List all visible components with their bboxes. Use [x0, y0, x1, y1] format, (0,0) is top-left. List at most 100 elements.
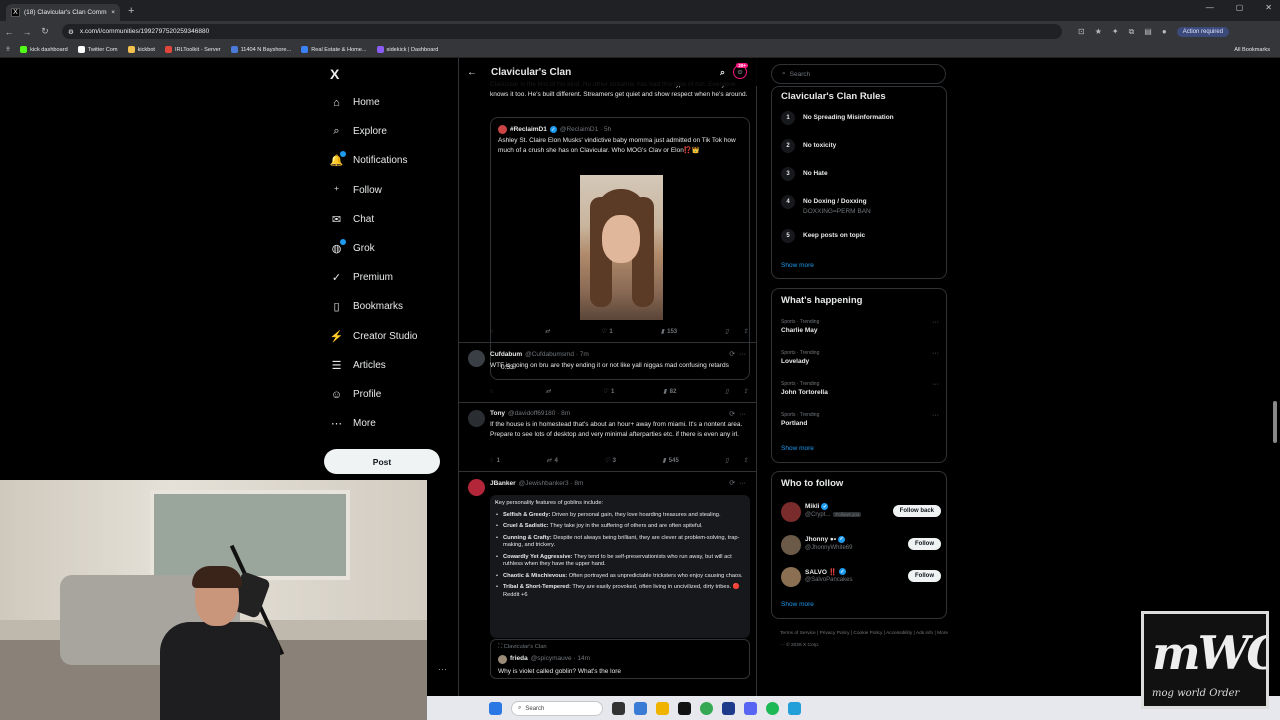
rule-item[interactable]: 2 No toxicity — [781, 139, 836, 153]
nav-item-articles[interactable]: ☰ Articles — [330, 359, 386, 372]
trend-item[interactable]: Sports · Trending Lovelady ··· — [781, 350, 939, 365]
tweet-4-more-icon[interactable]: ⟳ ··· — [729, 479, 746, 487]
new-tab-button[interactable]: + — [128, 5, 134, 17]
bookmark-icon[interactable]: ▯ — [725, 328, 728, 335]
rules-show-more[interactable]: Show more — [781, 262, 814, 269]
taskbar-search[interactable]: ⌕ Search — [511, 701, 603, 716]
app-icon[interactable] — [678, 702, 691, 715]
account-more-icon[interactable]: ··· — [438, 664, 447, 674]
install-icon[interactable]: ⊡ — [1078, 27, 1085, 36]
bookmark-share-buttons[interactable]: ▯ ⇪ — [725, 388, 748, 395]
page-scrollbar[interactable] — [1272, 118, 1278, 720]
repost-button[interactable]: ⇄ — [546, 388, 554, 395]
views-button[interactable]: ▮ 545 — [662, 457, 678, 465]
obs-icon[interactable] — [722, 702, 735, 715]
trend-more-icon[interactable]: ··· — [932, 350, 939, 357]
reply-button[interactable]: ◌ — [490, 328, 497, 335]
copilot-icon[interactable] — [634, 702, 647, 715]
quoted-author-name[interactable]: #ReclaimD1 — [510, 126, 547, 133]
profile-avatar-icon[interactable]: ● — [1162, 27, 1167, 36]
jbanker-avatar[interactable] — [468, 479, 485, 496]
url-field[interactable]: ⚙ x.com/i/communities/199279752025934688… — [62, 24, 1062, 39]
rule-item[interactable]: 4 No Doxing / Doxxing DOXXING=PERM BAN — [781, 195, 871, 215]
nav-item-follow[interactable]: ⁺ Follow — [330, 184, 382, 197]
inner-quoted-tweet[interactable]: ⛶ Clavicular's Clan frieda @spicymauve ·… — [490, 639, 750, 679]
reclaim-avatar[interactable] — [498, 125, 507, 134]
like-button[interactable]: ♡ 1 — [601, 328, 613, 336]
trend-more-icon[interactable]: ··· — [932, 319, 939, 326]
cufdabum-avatar[interactable] — [468, 350, 485, 367]
minimize-icon[interactable]: — — [1206, 3, 1214, 12]
reply-button[interactable]: ◌ 1 — [490, 457, 500, 464]
action-required-button[interactable]: Action required — [1176, 26, 1230, 37]
suggestion-name[interactable]: SALVO ‼️ — [805, 568, 837, 576]
nav-item-notifications[interactable]: 🔔 Notifications — [330, 151, 407, 167]
bookmark-icon[interactable]: ▯ — [725, 388, 728, 395]
chrome-icon[interactable] — [700, 702, 713, 715]
reply-button[interactable]: ◌ — [490, 388, 497, 395]
trend-item[interactable]: Sports · Trending Portland ··· — [781, 412, 939, 427]
trend-item[interactable]: Sports · Trending Charlie May ··· — [781, 319, 939, 334]
scrollbar-thumb[interactable] — [1273, 401, 1277, 443]
telegram-icon[interactable] — [788, 702, 801, 715]
nav-item-creator-studio[interactable]: ⚡ Creator Studio — [330, 330, 418, 343]
nav-item-explore[interactable]: ⌕ Explore — [330, 125, 387, 138]
nav-item-grok[interactable]: ◍ Grok — [330, 239, 375, 255]
video-player[interactable] — [580, 175, 663, 320]
suggestion-avatar[interactable] — [781, 567, 801, 587]
rule-item[interactable]: 5 Keep posts on topic — [781, 229, 865, 243]
frieda-avatar[interactable] — [498, 655, 507, 664]
bookmark-item[interactable]: Real Estate & Home... — [301, 46, 367, 53]
tweet-2-author[interactable]: Cufdabum — [490, 351, 522, 358]
maximize-icon[interactable]: ▢ — [1236, 3, 1244, 12]
community-search-icon[interactable]: ⌕ — [720, 67, 725, 78]
tab-close-icon[interactable]: × — [111, 9, 115, 16]
post-button[interactable]: Post — [324, 449, 440, 474]
close-window-icon[interactable]: ✕ — [1265, 3, 1272, 12]
suggestion-name[interactable]: Mikli — [805, 503, 819, 510]
trend-item[interactable]: Sports · Trending John Tortorella ··· — [781, 381, 939, 396]
task-view-icon[interactable] — [612, 702, 625, 715]
bookmark-item[interactable]: sidekick | Dashboard — [376, 46, 438, 53]
extension-icon[interactable]: ✦ — [1112, 27, 1119, 36]
star-icon[interactable]: ★ — [1095, 27, 1102, 36]
bookmark-share-buttons[interactable]: ▯ ⇪ — [725, 328, 748, 335]
views-button[interactable]: ▮ 153 — [661, 328, 677, 336]
rule-item[interactable]: 1 No Spreading Misinformation — [781, 111, 894, 125]
repost-button[interactable]: ⇄ 4 — [546, 457, 557, 465]
file-explorer-icon[interactable] — [656, 702, 669, 715]
nav-item-chat[interactable]: ✉ Chat — [330, 213, 374, 226]
bookmark-item[interactable]: 11404 N Bayshore... — [230, 46, 291, 53]
like-button[interactable]: ♡ 3 — [604, 457, 616, 465]
suggestion-avatar[interactable] — [781, 534, 801, 555]
forward-icon[interactable]: → — [18, 27, 36, 37]
rule-item[interactable]: 3 No Hate — [781, 167, 828, 181]
trend-more-icon[interactable]: ··· — [932, 381, 939, 388]
tweet-3-author[interactable]: Tony — [490, 410, 505, 417]
back-arrow-icon[interactable]: ← — [467, 67, 477, 78]
bookmark-item[interactable]: kickbot — [127, 46, 155, 53]
nav-item-bookmarks[interactable]: ▯ Bookmarks — [330, 300, 403, 313]
footer-links[interactable]: Terms of Service | Privacy Policy | Cook… — [780, 628, 950, 652]
who-show-more[interactable]: Show more — [781, 601, 814, 608]
sidepanel-icon[interactable]: ▤ — [1144, 27, 1152, 36]
quoted-tweet[interactable]: #ReclaimD1 ✓ @ReclaimD1 · 5h Ashley St. … — [490, 117, 750, 380]
views-button[interactable]: ▮ 82 — [663, 388, 676, 396]
inner-author[interactable]: frieda — [510, 655, 528, 664]
discord-icon[interactable] — [744, 702, 757, 715]
nav-item-premium[interactable]: ✓ Premium — [330, 271, 393, 284]
bookmark-share-buttons[interactable]: ▯ ⇪ — [725, 457, 748, 464]
extensions-puzzle-icon[interactable]: ⧉ — [1129, 27, 1135, 37]
reload-icon[interactable]: ↻ — [36, 26, 54, 37]
follow-button[interactable]: Follow — [908, 537, 941, 550]
suggestion-avatar[interactable] — [781, 502, 801, 522]
bookmark-icon[interactable]: ▯ — [725, 457, 728, 464]
follow-suggestion[interactable]: Mikli ✓ @Crypt... Follows you Follow back — [781, 502, 941, 524]
suggestion-name[interactable]: Jhonny ●• — [805, 536, 836, 543]
share-icon[interactable]: ⇪ — [743, 457, 748, 464]
browser-tab[interactable]: X (18) Clavicular's Clan Communi × — [6, 4, 120, 21]
follow-button[interactable]: Follow back — [892, 505, 941, 517]
bookmark-item[interactable]: Twitter Com — [77, 46, 118, 53]
trends-show-more[interactable]: Show more — [781, 445, 814, 452]
follow-button[interactable]: Follow — [908, 570, 941, 582]
